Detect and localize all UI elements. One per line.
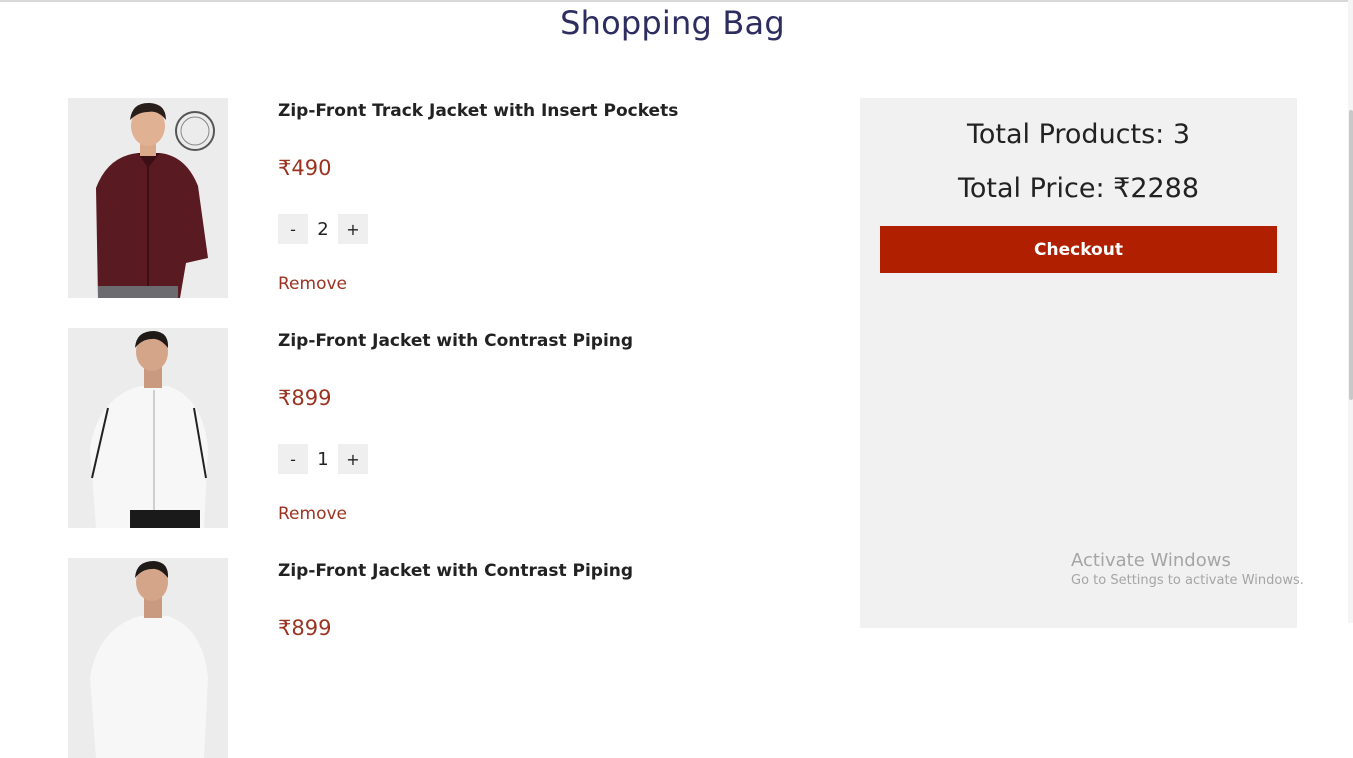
total-products: Total Products: 3	[966, 119, 1191, 150]
cart-item: Zip-Front Track Jacket with Insert Pocke…	[68, 98, 768, 298]
increment-button[interactable]: +	[338, 444, 368, 474]
watermark-title: Activate Windows	[1071, 550, 1231, 571]
scrollbar-thumb[interactable]	[1349, 110, 1353, 400]
quantity-value: 2	[317, 218, 329, 240]
product-price: ₹899	[278, 386, 332, 410]
product-price: ₹490	[278, 156, 332, 180]
product-name[interactable]: Zip-Front Jacket with Contrast Piping	[278, 331, 633, 351]
top-border	[0, 0, 1348, 2]
activation-watermark: Activate Windows Go to Settings to activ…	[1071, 550, 1304, 588]
increment-button[interactable]: +	[338, 214, 368, 244]
checkout-button[interactable]: Checkout	[880, 226, 1277, 273]
remove-link[interactable]: Remove	[278, 274, 347, 294]
quantity-stepper: - 2 +	[278, 214, 368, 244]
product-image[interactable]	[68, 98, 228, 298]
quantity-stepper: - 1 +	[278, 444, 368, 474]
order-summary: Total Products: 3 Total Price: ₹2288 Che…	[860, 98, 1297, 628]
page-title: Shopping Bag	[560, 4, 785, 42]
product-name[interactable]: Zip-Front Track Jacket with Insert Pocke…	[278, 101, 678, 121]
decrement-button[interactable]: -	[278, 214, 308, 244]
product-image[interactable]	[68, 328, 228, 528]
remove-link[interactable]: Remove	[278, 504, 347, 524]
product-price: ₹899	[278, 616, 332, 640]
product-name[interactable]: Zip-Front Jacket with Contrast Piping	[278, 561, 633, 581]
cart-item: Zip-Front Jacket with Contrast Piping ₹8…	[68, 328, 768, 528]
product-image[interactable]	[68, 558, 228, 758]
total-price: Total Price: ₹2288	[957, 173, 1200, 204]
quantity-value: 1	[317, 448, 329, 470]
decrement-button[interactable]: -	[278, 444, 308, 474]
watermark-subtitle: Go to Settings to activate Windows.	[1071, 573, 1304, 588]
cart-item: Zip-Front Jacket with Contrast Piping ₹8…	[68, 558, 768, 758]
